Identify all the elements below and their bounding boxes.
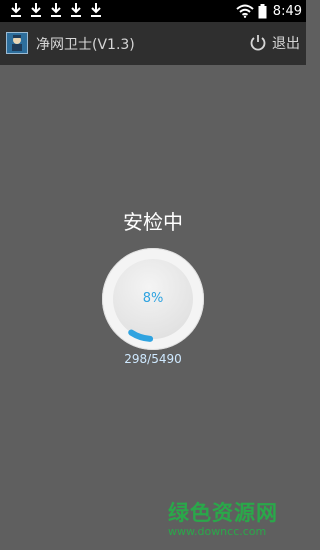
download-icon [91, 3, 101, 17]
clock: 8:49 [272, 3, 302, 19]
download-icon [11, 3, 21, 17]
status-bar: 8:49 [0, 0, 306, 22]
scan-status-heading: 安检中 [123, 210, 183, 234]
download-icon [71, 3, 81, 17]
watermark-logo: 绿色资源网 [168, 501, 278, 525]
progress-percent: 8% [142, 291, 164, 306]
download-icon [51, 3, 61, 17]
status-right: 8:49 [236, 2, 302, 20]
logout-label: 退出 [272, 36, 300, 52]
scan-counter: 298/5490 [124, 352, 182, 366]
logout-button[interactable]: 退出 [249, 32, 300, 54]
wifi-icon [236, 4, 254, 18]
app-title: 净网卫士(V1.3) [36, 37, 135, 53]
download-icon [31, 3, 41, 17]
app-logo-icon [6, 32, 28, 54]
progress-arc-fill [128, 329, 154, 342]
app-bar: 净网卫士(V1.3) 退出 [0, 22, 306, 65]
watermark-url: www.downcc.com [168, 525, 267, 538]
progress-dial: 8% [102, 248, 204, 350]
battery-icon [258, 3, 267, 18]
power-icon [250, 35, 266, 51]
